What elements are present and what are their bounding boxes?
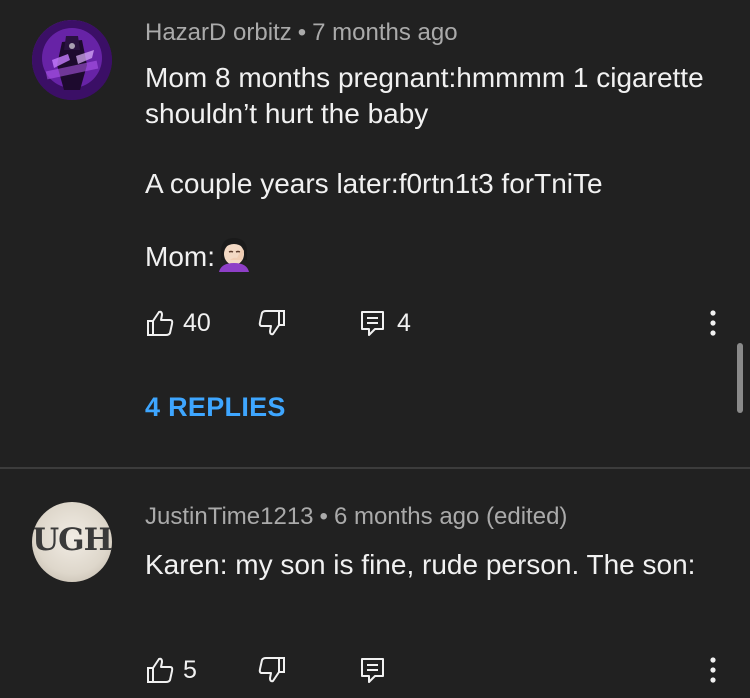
comment-paragraph: Karen: my son is fine, rude person. The …: [145, 549, 696, 580]
comment-text: Mom 8 months pregnant:hmmmm 1 cigarette …: [145, 60, 705, 275]
comment-meta: JustinTime1213 • 6 months ago (edited): [145, 503, 567, 531]
comment: UGH JustinTime1213 • 6 months ago (edited)…: [0, 470, 750, 698]
avatar[interactable]: [32, 20, 112, 100]
separator-dot: •: [297, 19, 307, 46]
comment-meta: HazarD orbitz • 7 months ago: [145, 19, 458, 47]
comment-actions: 5: [145, 652, 745, 688]
comment: HazarD orbitz • 7 months ago Mom 8 months …: [0, 0, 750, 468]
thumbs-down-icon: [258, 657, 285, 683]
separator-dot: •: [319, 503, 328, 530]
comment-paragraph: A couple years later:f0rtn1t3 forTniTe: [145, 168, 603, 199]
like-count: 40: [183, 308, 211, 337]
face-palm-emoji: [215, 236, 253, 272]
thumbs-up-icon: [147, 657, 174, 683]
comment-actions: 40 4: [145, 305, 745, 341]
comment-paragraph: Mom:: [145, 236, 705, 275]
more-vert-icon: [710, 657, 716, 683]
author-name[interactable]: JustinTime1213: [145, 503, 314, 530]
more-options-button[interactable]: [700, 305, 726, 341]
like-button[interactable]: 5: [145, 652, 197, 688]
avatar[interactable]: UGH: [32, 502, 112, 582]
author-name[interactable]: HazarD orbitz: [145, 19, 292, 46]
divider: [0, 467, 750, 469]
reply-icon: [361, 311, 384, 336]
comments-page: HazarD orbitz • 7 months ago Mom 8 months …: [0, 0, 750, 698]
reply-icon: [361, 658, 384, 683]
thumbs-down-icon: [258, 310, 285, 336]
scrollbar[interactable]: [737, 343, 743, 413]
dislike-button[interactable]: [257, 305, 287, 341]
comment-text: Karen: my son is fine, rude person. The …: [145, 542, 705, 588]
reply-button[interactable]: 4: [359, 305, 411, 341]
more-vert-icon: [710, 310, 716, 336]
thumbs-up-icon: [147, 310, 174, 336]
comment-time: 7 months ago: [312, 19, 458, 46]
like-count: 5: [183, 655, 197, 684]
like-button[interactable]: 40: [145, 305, 211, 341]
reply-button[interactable]: [359, 652, 387, 688]
comment-paragraph: Mom 8 months pregnant:hmmmm 1 cigarette …: [145, 62, 704, 129]
view-replies-button[interactable]: 4 REPLIES: [145, 392, 286, 423]
dislike-button[interactable]: [257, 652, 287, 688]
avatar-text: UGH: [32, 522, 112, 558]
more-options-button[interactable]: [700, 652, 726, 688]
comment-paragraph-text: Mom:: [145, 241, 215, 272]
comment-time: 6 months ago (edited): [333, 503, 568, 530]
fortnite-character-avatar: [32, 20, 112, 100]
reply-count: 4: [397, 308, 411, 337]
